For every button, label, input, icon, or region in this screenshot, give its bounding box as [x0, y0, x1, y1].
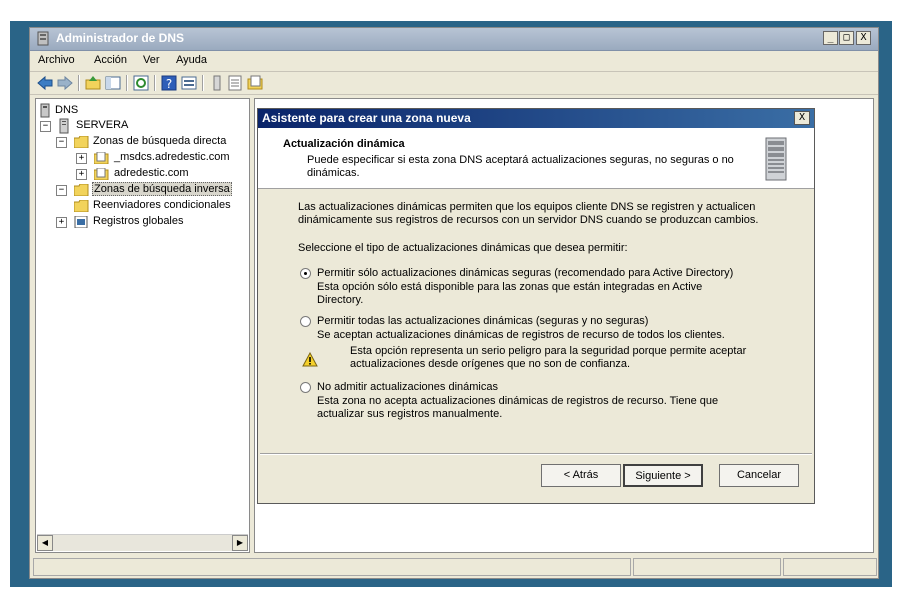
zone-icon[interactable] — [246, 74, 264, 92]
window-title: Administrador de DNS — [56, 31, 185, 45]
expand-icon[interactable]: + — [56, 217, 67, 228]
tree-item-servera[interactable]: − SERVERA — [38, 118, 238, 134]
tree-label: adredestic.com — [114, 167, 189, 179]
new-zone-wizard-dialog: Asistente para crear una zona nueva X Ac… — [257, 108, 815, 504]
back-icon[interactable] — [36, 74, 54, 92]
warning-icon — [302, 352, 318, 367]
tree-label: SERVERA — [76, 119, 129, 131]
toolbar-separator — [78, 75, 80, 91]
horizontal-scrollbar[interactable]: ◀ ▶ — [37, 534, 248, 551]
option-secure-only-label[interactable]: Permitir sólo actualizaciones dinámicas … — [317, 267, 797, 280]
menu-ver[interactable]: Ver — [143, 54, 160, 66]
up-folder-icon[interactable] — [84, 74, 102, 92]
zone-file-icon — [94, 152, 109, 164]
status-cell-main — [33, 558, 631, 576]
collapse-icon[interactable]: − — [56, 185, 67, 196]
radio-secure-only[interactable] — [300, 268, 311, 279]
menu-accion[interactable]: Acción — [94, 54, 127, 66]
svg-text:?: ? — [166, 77, 172, 91]
tree-label: Reenviadores condicionales — [93, 199, 231, 211]
expand-icon[interactable]: + — [76, 153, 87, 164]
forward-icon[interactable] — [56, 74, 74, 92]
status-bar — [33, 558, 877, 576]
tree-item-global-logs[interactable]: + Registros globales — [38, 214, 248, 230]
menu-archivo[interactable]: Archivo — [38, 54, 75, 66]
tree-label: _msdcs.adredestic.com — [114, 151, 230, 163]
expand-icon[interactable]: + — [76, 169, 87, 180]
server-node-icon — [59, 118, 69, 134]
properties-icon[interactable] — [180, 74, 198, 92]
option-secure-only-desc: Esta opción sólo está disponible para la… — [317, 281, 703, 306]
radio-no-dynamic[interactable] — [300, 382, 311, 393]
prompt-text: Seleccione el tipo de actualizaciones di… — [298, 242, 628, 254]
dialog-title: Asistente para crear una zona nueva — [262, 111, 471, 125]
option-allow-all-label[interactable]: Permitir todas las actualizaciones dinám… — [317, 315, 797, 328]
toolbar-separator — [126, 75, 128, 91]
log-icon — [74, 216, 88, 228]
folder-icon — [74, 136, 89, 148]
tree-item-zone-msdcs[interactable]: + _msdcs.adredestic.com — [38, 150, 248, 166]
toolbar-separator — [202, 75, 204, 91]
tree-label: Registros globales — [93, 215, 184, 227]
next-button[interactable]: Siguiente > — [623, 464, 703, 487]
show-hide-tree-icon[interactable] — [104, 74, 122, 92]
tree-item-dns[interactable]: DNS — [38, 103, 238, 119]
tree-label: DNS — [55, 104, 79, 116]
help-icon[interactable]: ? — [160, 74, 178, 92]
status-cell-3 — [783, 558, 877, 576]
status-cell-2 — [633, 558, 781, 576]
window-titlebar[interactable]: Administrador de DNS _ □ X — [30, 28, 878, 51]
intro-text: Las actualizaciones dinámicas permiten q… — [298, 201, 759, 226]
tree-item-conditional-forwarders[interactable]: Reenviadores condicionales — [38, 198, 248, 214]
tree-label: Zonas de búsqueda directa — [93, 135, 227, 147]
folder-icon — [74, 200, 89, 212]
list-icon[interactable] — [226, 74, 244, 92]
toolbar: ? — [30, 72, 878, 95]
wizard-page-subtitle: Puede especificar si esta zona DNS acept… — [307, 154, 734, 179]
tree-label: Zonas de búsqueda inversa — [92, 182, 232, 196]
zone-file-icon — [94, 168, 109, 180]
collapse-icon[interactable]: − — [40, 121, 51, 132]
scroll-right-icon[interactable]: ▶ — [232, 535, 248, 551]
minimize-button[interactable]: _ — [823, 31, 838, 45]
dialog-titlebar[interactable]: Asistente para crear una zona nueva X — [258, 109, 814, 128]
option-allow-all-warning: Esta opción representa un serio peligro … — [350, 345, 747, 370]
tree-item-reverse-zones[interactable]: − Zonas de búsqueda inversa — [38, 182, 248, 198]
tree-item-zone-adredestic[interactable]: + adredestic.com — [38, 166, 248, 182]
dns-app-icon — [37, 31, 49, 46]
wizard-header: Actualización dinámica Puede especificar… — [258, 128, 814, 189]
option-no-dynamic-label[interactable]: No admitir actualizaciones dinámicas — [317, 381, 797, 394]
close-button[interactable]: X — [856, 31, 871, 45]
folder-icon — [74, 184, 89, 196]
collapse-icon[interactable]: − — [56, 137, 67, 148]
tree-item-forward-zones[interactable]: − Zonas de búsqueda directa — [38, 134, 248, 150]
server-tower-icon — [765, 137, 787, 181]
cancel-button[interactable]: Cancelar — [719, 464, 799, 487]
back-button[interactable]: < Atrás — [541, 464, 621, 487]
toolbar-separator — [154, 75, 156, 91]
refresh-icon[interactable] — [132, 74, 150, 92]
scroll-left-icon[interactable]: ◀ — [37, 535, 53, 551]
footer-divider — [260, 453, 812, 455]
maximize-button[interactable]: □ — [839, 31, 854, 45]
dns-root-icon — [40, 103, 50, 118]
radio-allow-all[interactable] — [300, 316, 311, 327]
option-allow-all-desc: Se aceptan actualizaciones dinámicas de … — [317, 329, 725, 341]
wizard-page-title: Actualización dinámica — [283, 138, 405, 150]
option-no-dynamic-desc: Esta zona no acepta actualizaciones diná… — [317, 395, 719, 420]
dialog-close-button[interactable]: X — [794, 111, 810, 125]
server-icon[interactable] — [208, 74, 226, 92]
menu-ayuda[interactable]: Ayuda — [176, 54, 207, 66]
console-tree-pane: DNS − SERVERA − Zonas de búsqueda direct… — [35, 98, 250, 553]
menu-bar: Archivo Acción Ver Ayuda — [30, 51, 878, 72]
